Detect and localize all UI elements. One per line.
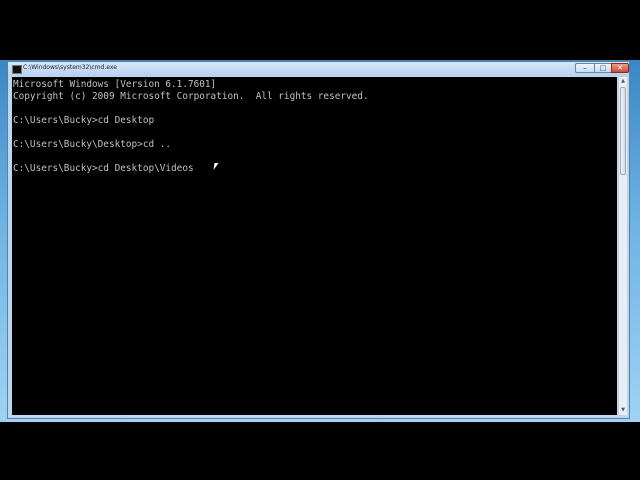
- window-title: C:\Windows\system32\cmd.exe: [23, 64, 117, 71]
- scroll-up-arrow-icon[interactable]: ▲: [619, 77, 627, 86]
- console-line: C:\Users\Bucky>cd Desktop\Videos: [13, 163, 194, 174]
- close-button[interactable]: ✕: [611, 63, 629, 73]
- console-output[interactable]: Microsoft Windows [Version 6.1.7601] Cop…: [12, 77, 617, 415]
- console-line: Copyright (c) 2009 Microsoft Corporation…: [13, 91, 369, 102]
- console-line: Microsoft Windows [Version 6.1.7601]: [13, 79, 217, 90]
- minimize-button[interactable]: –: [575, 63, 595, 73]
- console-line: C:\Users\Bucky\Desktop>cd ..: [13, 139, 172, 150]
- scroll-down-arrow-icon[interactable]: ▼: [619, 406, 627, 415]
- vertical-scrollbar[interactable]: ▲ ▼: [618, 77, 627, 415]
- title-bar[interactable]: C:\Windows\system32\cmd.exe – □ ✕: [8, 62, 629, 76]
- maximize-button[interactable]: □: [594, 63, 612, 73]
- console-line: C:\Users\Bucky>cd Desktop: [13, 115, 155, 126]
- cmd-window[interactable]: C:\Windows\system32\cmd.exe – □ ✕ Micros…: [7, 61, 630, 419]
- cmd-icon[interactable]: [12, 65, 22, 74]
- scroll-thumb[interactable]: [620, 87, 626, 175]
